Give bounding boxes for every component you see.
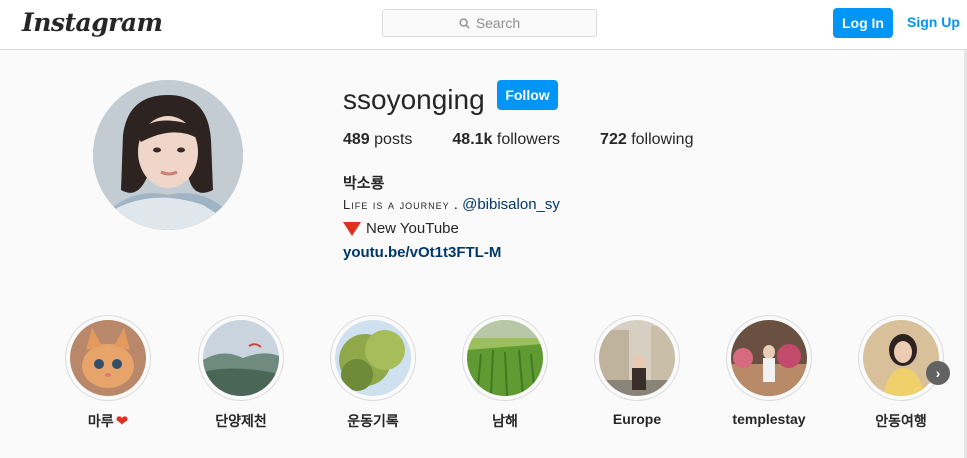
highlight-label: 안동여행	[875, 413, 927, 429]
red-triangle-icon	[343, 221, 361, 236]
search-icon	[459, 17, 470, 29]
followers-stat[interactable]: 48.1k followers	[452, 131, 560, 149]
highlight-item[interactable]: 남해	[462, 315, 548, 431]
posts-label: posts	[374, 131, 413, 148]
following-count: 722	[600, 131, 627, 148]
bio-line-1: Life is a journey . @bibisalon_sy	[343, 196, 560, 213]
bio-line-2: New YouTube	[343, 220, 459, 237]
highlight-cover-image	[70, 320, 146, 396]
search-placeholder: Search	[475, 15, 521, 31]
bio-tagline: Life is a journey	[343, 197, 450, 212]
highlight-label-text: 마루	[87, 413, 114, 429]
highlight-label: 마루 ❤	[65, 411, 151, 431]
profile-stats: 489 posts 48.1k followers 722 following	[343, 131, 733, 149]
highlight-cover-image	[863, 320, 939, 396]
posts-count: 489	[343, 131, 370, 148]
highlight-ring	[462, 315, 548, 401]
highlight-label: 운동기록	[347, 413, 399, 429]
highlight-label: Europe	[612, 411, 662, 427]
bio-separator: .	[449, 196, 463, 213]
highlight-cover-image	[731, 320, 807, 396]
highlight-cover-image	[467, 320, 543, 396]
highlight-label: 단양제천	[215, 413, 267, 429]
following-stat[interactable]: 722 following	[600, 131, 693, 149]
highlight-ring	[858, 315, 944, 401]
following-label: following	[631, 131, 694, 148]
instagram-logo[interactable]: Instagram	[22, 8, 163, 37]
followers-count: 48.1k	[452, 131, 493, 148]
signup-link[interactable]: Sign Up	[907, 14, 960, 30]
highlight-item[interactable]: Europe	[594, 315, 680, 427]
highlight-cover-image	[335, 320, 411, 396]
followers-label: followers	[496, 131, 561, 148]
highlight-item[interactable]: 운동기록	[330, 315, 416, 431]
highlight-ring	[330, 315, 416, 401]
highlight-cover-image	[599, 320, 675, 396]
bio-youtube-text: New YouTube	[366, 220, 459, 237]
posts-stat: 489 posts	[343, 131, 412, 149]
chevron-right-icon[interactable]: ›	[926, 361, 950, 385]
profile-full-name: 박소룡	[343, 175, 385, 192]
profile-avatar[interactable]	[93, 80, 243, 230]
highlight-cover-image	[203, 320, 279, 396]
highlight-label: 남해	[492, 413, 518, 429]
heart-icon: ❤	[115, 413, 129, 430]
profile-username: ssoyonging	[343, 84, 485, 115]
login-button[interactable]: Log In	[833, 8, 893, 38]
highlight-ring	[65, 315, 151, 401]
search-input[interactable]: Search	[382, 9, 597, 37]
highlight-item[interactable]: 마루 ❤	[65, 315, 151, 431]
highlight-item[interactable]: 단양제천	[198, 315, 284, 431]
follow-button[interactable]: Follow	[497, 80, 558, 110]
highlight-ring	[198, 315, 284, 401]
highlight-ring	[726, 315, 812, 401]
highlight-ring	[594, 315, 680, 401]
bio-external-link[interactable]: youtu.be/vOt1t3FTL-M	[343, 244, 501, 261]
highlight-item[interactable]: templestay	[726, 315, 812, 427]
top-nav-bar: Instagram Search Log In Sign Up	[0, 0, 967, 50]
bio-mention-link[interactable]: @bibisalon_sy	[462, 196, 560, 213]
highlight-label: templestay	[732, 411, 806, 427]
